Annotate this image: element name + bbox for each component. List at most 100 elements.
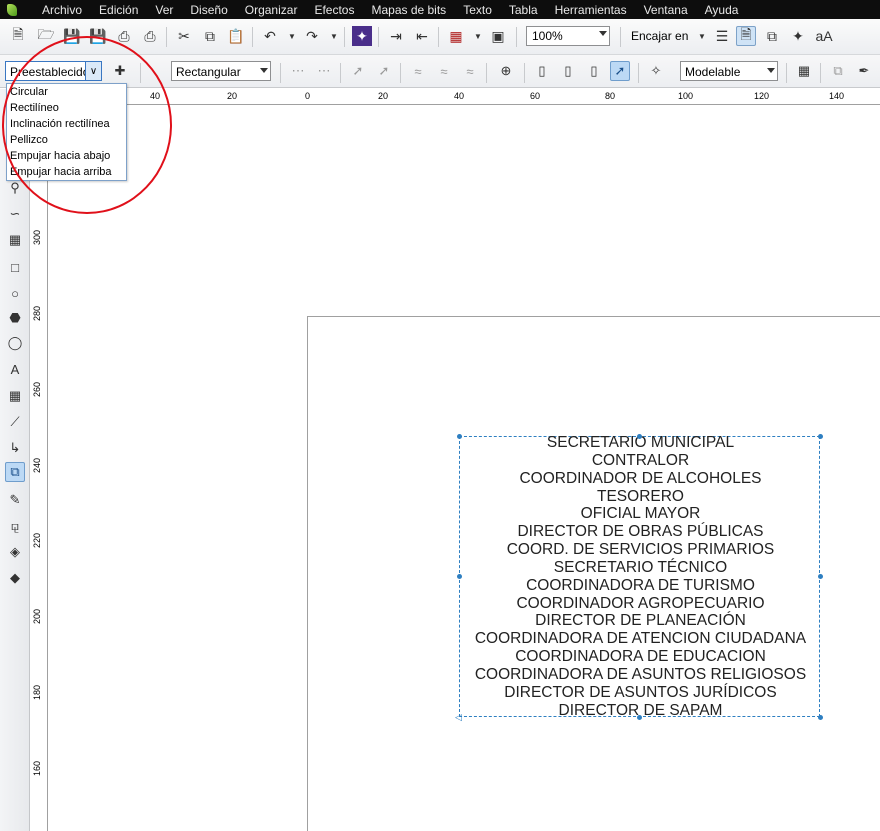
- eyedropper-icon[interactable]: ✎: [5, 490, 25, 510]
- connector-icon[interactable]: ↳: [5, 438, 25, 458]
- envelope-straight-line-icon[interactable]: ▯: [532, 61, 552, 81]
- menu-bar: Archivo Edición Ver Diseño Organizar Efe…: [0, 0, 880, 19]
- text-line: CONTRALOR: [591, 451, 690, 469]
- welcome-screen-icon[interactable]: ▣: [488, 26, 508, 46]
- ellipse-icon[interactable]: ○: [5, 283, 25, 303]
- application-launcher-icon[interactable]: ▦: [446, 26, 466, 46]
- menu-tabla[interactable]: Tabla: [509, 3, 538, 17]
- add-preset-icon[interactable]: ✚: [110, 61, 130, 81]
- envelope-node-handle[interactable]: [818, 715, 823, 720]
- rectangle-icon[interactable]: □: [5, 257, 25, 277]
- convert-to-curve-icon[interactable]: ➚: [374, 61, 394, 81]
- cut-icon[interactable]: ✂: [174, 26, 194, 46]
- freehand-icon[interactable]: ∽: [5, 204, 25, 224]
- cusp-node-icon[interactable]: ≈: [408, 61, 428, 81]
- new-document-icon[interactable]: 🗎: [8, 26, 28, 46]
- envelope-unconstrained-icon[interactable]: ➚: [610, 61, 630, 81]
- redo-icon[interactable]: ↷: [302, 26, 322, 46]
- menu-archivo[interactable]: Archivo: [42, 3, 82, 17]
- preset-option-circular[interactable]: Circular: [10, 86, 48, 98]
- snap-to-menu[interactable]: Encajar en: [631, 29, 688, 43]
- preset-option-empujar-abajo[interactable]: Empujar hacia abajo: [10, 150, 110, 162]
- menu-efectos[interactable]: Efectos: [314, 3, 354, 17]
- menu-ventana[interactable]: Ventana: [644, 3, 688, 17]
- preset-option-pellizco[interactable]: Pellizco: [10, 134, 48, 146]
- preset-option-rectilineo[interactable]: Rectilíneo: [10, 102, 59, 114]
- envelope-single-arc-icon[interactable]: ▯: [558, 61, 578, 81]
- envelope-anchor-arrow-icon[interactable]: ◁: [455, 712, 462, 723]
- envelope-double-arc-icon[interactable]: ▯: [584, 61, 604, 81]
- symmetrical-node-icon[interactable]: ≈: [460, 61, 480, 81]
- vertical-ruler[interactable]: 300 280 260 240 220 200 180 160: [30, 105, 48, 831]
- import-icon[interactable]: ⇥: [386, 26, 406, 46]
- toolbar-separator: [486, 63, 487, 83]
- text-line: SECRETARIO TÉCNICO: [553, 558, 728, 576]
- convert-to-line-icon[interactable]: ➚: [348, 61, 368, 81]
- basic-shapes-icon[interactable]: ◯: [5, 333, 25, 353]
- arrange-icon[interactable]: ⧉: [762, 26, 782, 46]
- text-line: COORDINADOR DE ALCOHOLES: [519, 469, 762, 487]
- delete-nodes-icon[interactable]: ⋯: [314, 61, 334, 81]
- preset-option-empujar-arriba[interactable]: Empujar hacia arriba: [10, 166, 112, 178]
- print-icon[interactable]: ⎙: [140, 26, 160, 46]
- search-content-icon[interactable]: ✦: [352, 26, 372, 46]
- copy-icon[interactable]: ⧉: [200, 26, 220, 46]
- options-icon[interactable]: ☰: [712, 26, 732, 46]
- envelope-mode-select[interactable]: Rectangular: [171, 61, 271, 81]
- open-icon[interactable]: 🗁: [36, 26, 56, 46]
- horizontal-ruler[interactable]: 40 20 0 20 40 60 80 100 120 140: [30, 89, 880, 105]
- launcher-dropdown-icon[interactable]: ▼: [474, 32, 482, 41]
- menu-organizar[interactable]: Organizar: [245, 3, 298, 17]
- undo-dropdown-icon[interactable]: ▼: [288, 32, 296, 41]
- dynamic-guides-icon[interactable]: ✦: [788, 26, 808, 46]
- menu-ayuda[interactable]: Ayuda: [705, 3, 739, 17]
- redo-dropdown-icon[interactable]: ▼: [330, 32, 338, 41]
- text-properties-icon[interactable]: aA: [814, 26, 834, 46]
- smart-fill-icon[interactable]: ▦: [5, 230, 25, 250]
- menu-herramientas[interactable]: Herramientas: [555, 3, 627, 17]
- save-as-icon[interactable]: 💾: [88, 26, 108, 46]
- undo-icon[interactable]: ↶: [260, 26, 280, 46]
- fill-icon[interactable]: ◈: [5, 542, 25, 562]
- envelope-node-handle[interactable]: [637, 715, 642, 720]
- toolbar-separator: [638, 63, 639, 83]
- presets-select[interactable]: Preestablecidos ∨: [5, 61, 102, 81]
- paste-icon[interactable]: 📋: [226, 26, 246, 46]
- snap-dropdown-icon[interactable]: ▼: [698, 32, 706, 41]
- create-envelope-from-icon[interactable]: ✒: [854, 61, 874, 81]
- envelope-icon[interactable]: ⧉: [5, 462, 25, 482]
- envelope-node-handle[interactable]: [457, 434, 462, 439]
- text-line: COORDINADORA DE ASUNTOS RELIGIOSOS: [474, 665, 807, 683]
- menu-texto[interactable]: Texto: [463, 3, 492, 17]
- publish-pdf-icon[interactable]: ⎙: [114, 26, 134, 46]
- add-new-envelope-icon[interactable]: ✧: [646, 61, 666, 81]
- menu-ver[interactable]: Ver: [155, 3, 173, 17]
- outline-pen-icon[interactable]: ⚼: [5, 516, 25, 536]
- envelope-node-handle[interactable]: [818, 574, 823, 579]
- menu-mapas-de-bits[interactable]: Mapas de bits: [371, 3, 446, 17]
- envelope-node-handle[interactable]: [818, 434, 823, 439]
- copy-envelope-icon[interactable]: ⧉: [828, 61, 848, 81]
- text-icon[interactable]: A: [5, 359, 25, 379]
- selected-text-object[interactable]: SECRETARIO MUNICIPAL CONTRALOR COORDINAD…: [459, 434, 820, 719]
- menu-diseno[interactable]: Diseño: [190, 3, 227, 17]
- zoom-level-select[interactable]: 100%: [526, 26, 610, 46]
- menu-edicion[interactable]: Edición: [99, 3, 138, 17]
- save-icon[interactable]: 💾: [62, 26, 82, 46]
- ruler-label: 140: [829, 91, 845, 101]
- add-nodes-icon[interactable]: ⋯: [288, 61, 308, 81]
- select-all-nodes-icon[interactable]: ⊕: [496, 61, 516, 81]
- mapping-mode-select[interactable]: Modelable: [680, 61, 778, 81]
- preset-option-inclinacion[interactable]: Inclinación rectilínea: [10, 118, 110, 130]
- zoom-icon[interactable]: ⚲: [5, 178, 25, 198]
- envelope-node-handle[interactable]: [637, 434, 642, 439]
- export-icon[interactable]: ⇤: [412, 26, 432, 46]
- envelope-node-handle[interactable]: [457, 574, 462, 579]
- interactive-fill-icon[interactable]: ◆: [5, 568, 25, 588]
- page-view-icon[interactable]: 🗎: [736, 26, 756, 46]
- polygon-icon[interactable]: ⬣: [5, 308, 25, 328]
- keep-lines-icon[interactable]: ▦: [794, 61, 814, 81]
- smooth-node-icon[interactable]: ≈: [434, 61, 454, 81]
- table-icon[interactable]: ▦: [5, 386, 25, 406]
- dimension-icon[interactable]: ⟋: [5, 412, 25, 432]
